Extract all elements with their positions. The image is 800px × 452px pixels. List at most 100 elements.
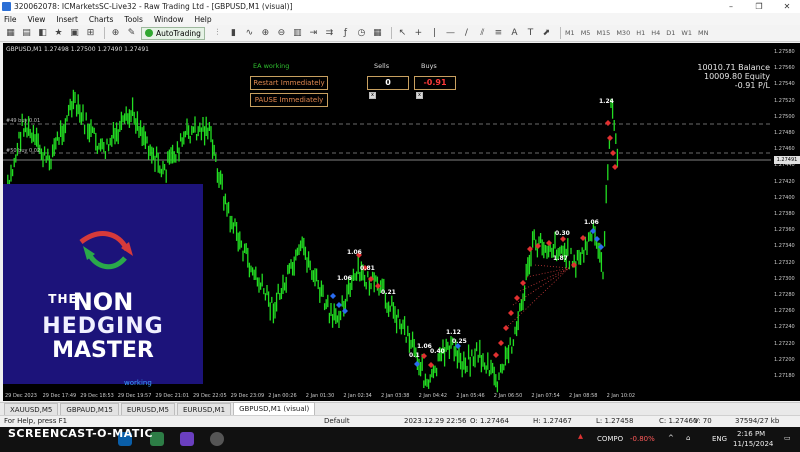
time-axis-label: 29 Dec 2023	[5, 393, 37, 399]
price-axis-label: 1.27520	[774, 97, 795, 104]
price-axis-label: 1.27560	[774, 65, 795, 72]
menu-window[interactable]: Window	[154, 15, 184, 24]
clock-date[interactable]: 11/15/2024	[733, 440, 773, 448]
menu-insert[interactable]: Insert	[56, 15, 78, 24]
timeframe-m15[interactable]: M15	[596, 29, 610, 37]
sell-order-marker	[336, 302, 342, 308]
timeframe-mn[interactable]: MN	[698, 29, 708, 37]
profiles-icon[interactable]: ▤	[20, 27, 33, 40]
close-button[interactable]: ✕	[774, 0, 800, 13]
menu-tools[interactable]: Tools	[124, 15, 142, 24]
minimize-button[interactable]: –	[718, 0, 744, 13]
menu-charts[interactable]: Charts	[89, 15, 114, 24]
bar-chart-icon[interactable]: ⫶	[211, 27, 224, 40]
timeframe-h1[interactable]: H1	[636, 29, 645, 37]
recorder-taskbar-icon[interactable]	[210, 432, 224, 446]
vertical-line-icon[interactable]: |	[428, 27, 441, 40]
symbol-tabs: XAUUSD,M5 GBPAUD,M15 EURUSD,M5 EURUSD,M1…	[0, 402, 800, 415]
pause-immediately-button[interactable]: PAUSE Immediately	[250, 93, 328, 107]
time-axis-label: 2 Jan 08:58	[569, 393, 598, 399]
time-axis-label: 29 Dec 23:09	[230, 393, 265, 399]
tester-icon[interactable]: ⊞	[84, 27, 97, 40]
tab-eurusd-m5[interactable]: EURUSD,M5	[120, 403, 175, 415]
trendline-icon[interactable]: /	[460, 27, 473, 40]
trade-profit-label: 0.81	[360, 265, 375, 272]
timeframe-m5[interactable]: M5	[581, 29, 591, 37]
profile-name: Default	[324, 417, 350, 425]
window-title: 320062078: ICMarketsSC-Live32 - Raw Trad…	[14, 2, 293, 11]
zoom-in-icon[interactable]: ⊕	[259, 27, 272, 40]
ea-status-label: EA working	[253, 62, 290, 70]
close-buys-button[interactable]: x	[416, 92, 423, 99]
tab-eurusd-m1[interactable]: EURUSD,M1	[176, 403, 232, 415]
trade-profit-label: 1.06	[337, 275, 352, 282]
tray-chevron-icon[interactable]: ^	[668, 434, 674, 442]
timeframe-d1[interactable]: D1	[666, 29, 675, 37]
trade-profit-label: 0.25	[452, 338, 467, 345]
new-chart-icon[interactable]: ▦	[4, 27, 17, 40]
clock-time[interactable]: 2:16 PM	[737, 430, 765, 438]
toolbar: ▦ ▤ ◧ ★ ▣ ⊞ ⊕ ✎ AutoTrading ⫶ ▮ ∿ ⊕ ⊖ ▥ …	[0, 25, 800, 42]
network-icon[interactable]: ⌂	[686, 434, 690, 442]
time-axis-label: 2 Jan 02:34	[343, 393, 372, 399]
tab-xauusd-m5[interactable]: XAUUSD,M5	[4, 403, 59, 415]
line-chart-icon[interactable]: ∿	[243, 27, 256, 40]
price-axis-label: 1.27500	[774, 113, 795, 120]
timeframe-h4[interactable]: H4	[651, 29, 660, 37]
horizontal-line-icon[interactable]: —	[444, 27, 457, 40]
price-axis-label: 1.27280	[774, 292, 795, 298]
market-watch-icon[interactable]: ◧	[36, 27, 49, 40]
timeframe-m1[interactable]: M1	[565, 29, 575, 37]
menu-file[interactable]: File	[4, 15, 17, 24]
tile-windows-icon[interactable]: ▥	[291, 27, 304, 40]
fibonacci-icon[interactable]: ≡	[492, 27, 505, 40]
trade-profit-label: 1.24	[599, 98, 614, 105]
status-low: L: 1.27458	[596, 417, 634, 425]
indicators-icon[interactable]: ƒ	[339, 27, 352, 40]
price-axis-label: 1.27180	[774, 373, 795, 379]
terminal-icon[interactable]: ▣	[68, 27, 81, 40]
status-open: O: 1.27464	[470, 417, 509, 425]
menu-help[interactable]: Help	[194, 15, 211, 24]
sell-order-marker	[330, 293, 336, 299]
restart-immediately-button[interactable]: Restart Immediately	[250, 76, 328, 90]
autotrading-button[interactable]: AutoTrading	[141, 26, 205, 40]
candlestick-icon[interactable]: ▮	[227, 27, 240, 40]
trade-profit-label: 1.06	[347, 249, 362, 256]
tab-gbpaud-m15[interactable]: GBPAUD,M15	[60, 403, 119, 415]
channel-icon[interactable]: ⫽	[476, 27, 489, 40]
price-axis-label: 1.27460	[774, 146, 795, 153]
app-taskbar-icon[interactable]	[180, 432, 194, 446]
new-order-icon[interactable]: ⊕	[109, 27, 122, 40]
periods-icon[interactable]: ◷	[355, 27, 368, 40]
balance-label: 10010.71 Balance	[697, 63, 770, 72]
buys-value: -0.91	[414, 76, 456, 90]
close-sells-button[interactable]: x	[369, 92, 376, 99]
buy-order-marker	[610, 150, 616, 156]
zoom-out-icon[interactable]: ⊖	[275, 27, 288, 40]
status-volume: V: 70	[694, 417, 712, 425]
metaeditor-icon[interactable]: ✎	[125, 27, 138, 40]
price-axis-label: 1.27480	[774, 130, 795, 136]
text-icon[interactable]: A	[508, 27, 521, 40]
crosshair-icon[interactable]: +	[412, 27, 425, 40]
navigator-icon[interactable]: ★	[52, 27, 65, 40]
notifications-icon[interactable]: ▭	[784, 434, 791, 442]
language-indicator[interactable]: ENG	[712, 435, 727, 443]
menu-view[interactable]: View	[28, 15, 46, 24]
templates-icon[interactable]: ▦	[371, 27, 384, 40]
arrows-icon[interactable]: ⬈	[540, 27, 553, 40]
timeframe-w1[interactable]: W1	[681, 29, 692, 37]
logo-master: MASTER	[52, 338, 154, 363]
cursor-icon[interactable]: ↖	[396, 27, 409, 40]
chart-shift-icon[interactable]: ⇥	[307, 27, 320, 40]
time-axis-label: 29 Dec 22:05	[193, 393, 227, 399]
label-icon[interactable]: T	[524, 27, 537, 40]
timeframe-m30[interactable]: M30	[616, 29, 630, 37]
buy-order-marker	[508, 310, 514, 316]
autoscroll-icon[interactable]: ⇉	[323, 27, 336, 40]
tab-gbpusd-m1-visual[interactable]: GBPUSD,M1 (visual)	[233, 402, 316, 415]
price-axis-label: 1.27260	[774, 308, 795, 315]
maximize-button[interactable]: ❐	[746, 0, 772, 13]
price-axis-label: 1.27360	[774, 227, 795, 234]
